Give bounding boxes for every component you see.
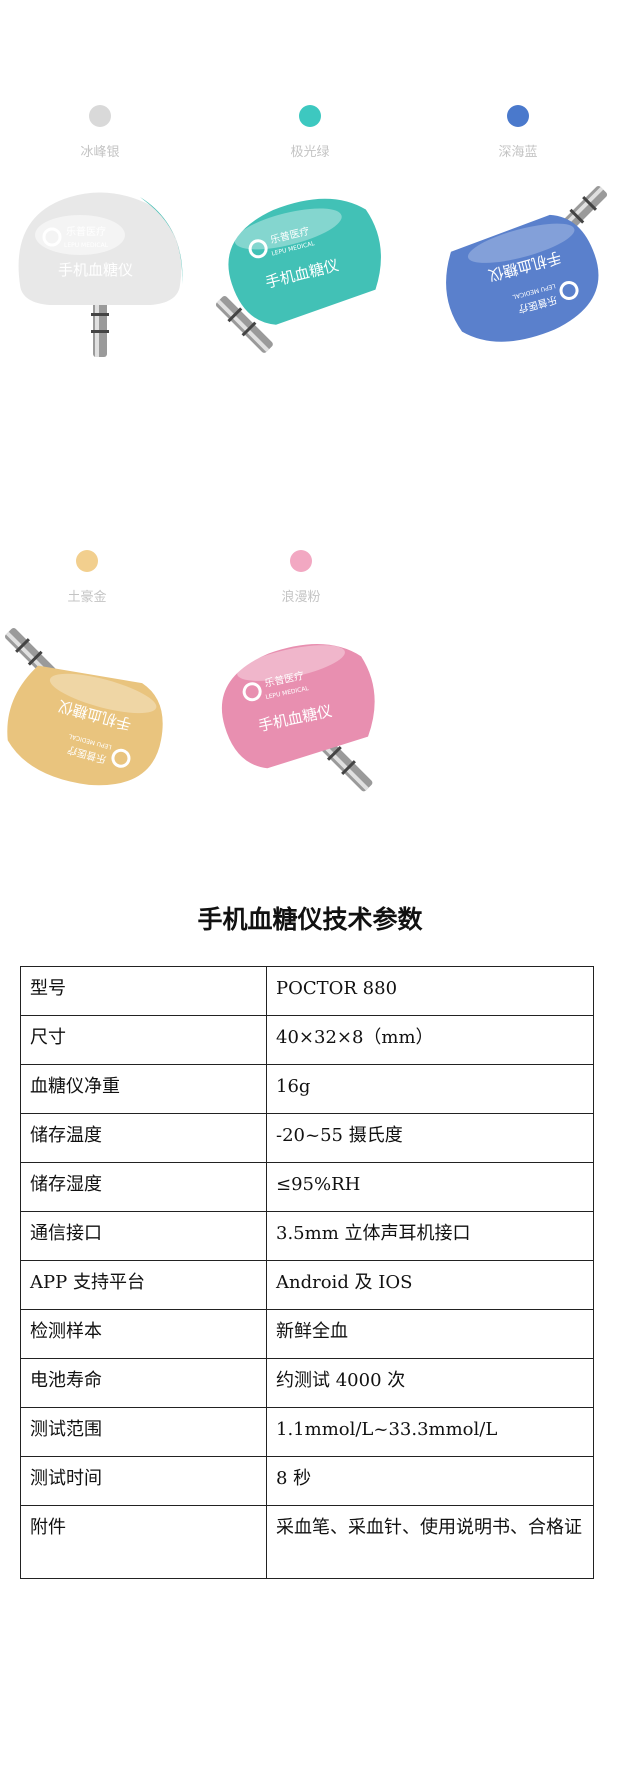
brand-en: LEPU MEDICAL	[64, 242, 109, 249]
spec-key: 附件	[20, 1505, 267, 1579]
variant-blue: 深海蓝 乐普医疗 LEPU MEDICAL 手机血糖仪	[418, 105, 618, 365]
spec-value: 采血笔、采血针、使用说明书、合格证	[266, 1505, 594, 1579]
spec-value: 3.5mm 立体声耳机接口	[266, 1211, 594, 1261]
spec-key: 储存湿度	[20, 1162, 267, 1212]
table-row: 测试时间 8 秒	[20, 1456, 594, 1506]
table-row: 电池寿命 约测试 4000 次	[20, 1358, 594, 1408]
glucose-meter-image: 乐普医疗 LEPU MEDICAL 手机血糖仪	[18, 192, 183, 357]
spec-key: 尺寸	[20, 1015, 267, 1065]
variant-gold: 土豪金 乐普医疗 LEPU MEDICAL 手机血糖仪	[0, 550, 187, 810]
variant-label: 冰峰银	[80, 145, 120, 160]
brand-cn: 乐普医疗	[66, 225, 106, 238]
color-swatch[interactable]	[89, 105, 111, 127]
table-row: 检测样本 新鲜全血	[20, 1309, 594, 1359]
spec-value: 40×32×8（mm）	[266, 1015, 594, 1065]
glucose-meter-image: 乐普医疗 LEPU MEDICAL 手机血糖仪	[221, 644, 375, 792]
spec-value: 8 秒	[266, 1456, 594, 1506]
spec-key: 型号	[20, 966, 267, 1016]
spec-title: 手机血糖仪技术参数	[197, 905, 423, 934]
table-row: 尺寸 40×32×8（mm）	[20, 1015, 594, 1065]
color-swatch[interactable]	[299, 105, 321, 127]
spec-key: APP 支持平台	[20, 1260, 267, 1310]
spec-value: POCTOR 880	[266, 966, 594, 1016]
spec-value: 1.1mmol/L~33.3mmol/L	[266, 1407, 594, 1457]
variant-silver: 冰峰银 乐普医疗 LEPU MEDICAL 手机血糖仪	[0, 105, 200, 365]
product-name: 手机血糖仪	[58, 261, 133, 279]
spec-value: ≤95%RH	[266, 1162, 594, 1212]
spec-key: 血糖仪净重	[20, 1064, 267, 1114]
spec-value: 约测试 4000 次	[266, 1358, 594, 1408]
spec-key: 电池寿命	[20, 1358, 267, 1408]
variant-pink: 浪漫粉 乐普医疗 LEPU MEDICAL 手机血糖仪	[201, 550, 401, 810]
color-swatch[interactable]	[290, 550, 312, 572]
glucose-meter-image: 乐普医疗 LEPU MEDICAL 手机血糖仪	[215, 198, 381, 353]
table-row: 测试范围 1.1mmol/L~33.3mmol/L	[20, 1407, 594, 1457]
spec-key: 检测样本	[20, 1309, 267, 1359]
color-swatch[interactable]	[76, 550, 98, 572]
variant-label: 浪漫粉	[281, 590, 321, 605]
variant-green: 极光绿 乐普医疗 LEPU MEDICAL 手机血糖仪	[210, 105, 410, 365]
spec-value: Android 及 IOS	[266, 1260, 594, 1310]
spec-value: 新鲜全血	[266, 1309, 594, 1359]
color-swatch[interactable]	[507, 105, 529, 127]
table-row: 血糖仪净重 16g	[20, 1064, 594, 1114]
spec-key: 测试时间	[20, 1456, 267, 1506]
glucose-meter-image: 乐普医疗 LEPU MEDICAL 手机血糖仪	[446, 185, 608, 342]
table-row: 通信接口 3.5mm 立体声耳机接口	[20, 1211, 594, 1261]
spec-table: 型号 POCTOR 880 尺寸 40×32×8（mm） 血糖仪净重 16g 储存温度…	[20, 966, 594, 1579]
table-row: APP 支持平台 Android 及 IOS	[20, 1260, 594, 1310]
table-row: 附件 采血笔、采血针、使用说明书、合格证	[20, 1505, 594, 1579]
table-row: 储存温度 -20~55 摄氏度	[20, 1113, 594, 1163]
variant-label: 土豪金	[67, 590, 107, 605]
spec-value: -20~55 摄氏度	[266, 1113, 594, 1163]
spec-key: 储存温度	[20, 1113, 267, 1163]
spec-key: 测试范围	[20, 1407, 267, 1457]
variant-label: 深海蓝	[498, 145, 538, 160]
table-row: 型号 POCTOR 880	[20, 966, 594, 1016]
glucose-meter-image: 乐普医疗 LEPU MEDICAL 手机血糖仪	[5, 628, 163, 786]
variant-label: 极光绿	[290, 145, 330, 160]
spec-key: 通信接口	[20, 1211, 267, 1261]
table-row: 储存湿度 ≤95%RH	[20, 1162, 594, 1212]
spec-value: 16g	[266, 1064, 594, 1114]
